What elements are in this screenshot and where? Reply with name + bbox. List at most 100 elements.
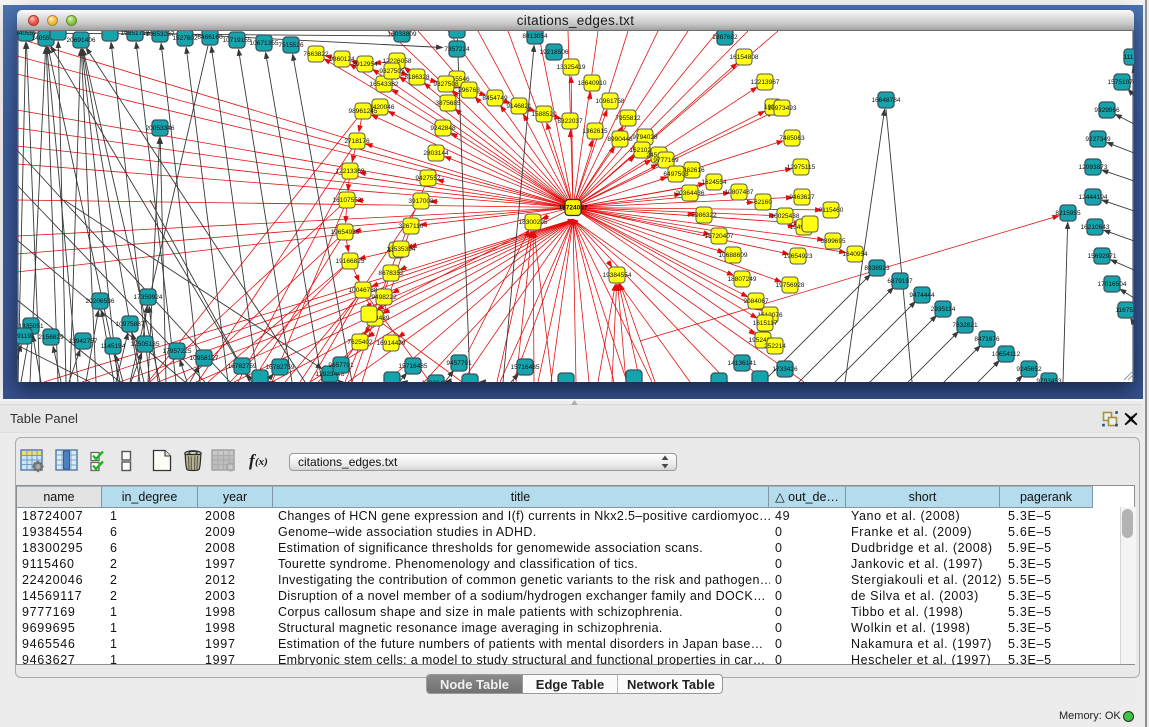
svg-text:62160: 62160 bbox=[754, 199, 772, 206]
svg-text:16648784: 16648784 bbox=[872, 97, 901, 104]
svg-text:3267110: 3267110 bbox=[399, 223, 424, 230]
svg-text:16914479: 16914479 bbox=[377, 340, 406, 347]
svg-text:19756928: 19756928 bbox=[776, 282, 805, 289]
svg-text:12093873: 12093873 bbox=[1079, 164, 1108, 171]
svg-text:8186328: 8186328 bbox=[404, 74, 430, 81]
svg-text:10688609: 10688609 bbox=[719, 252, 748, 259]
svg-text:7986322: 7986322 bbox=[691, 212, 717, 219]
svg-text:8471676: 8471676 bbox=[974, 336, 1000, 343]
svg-text:17957225: 17957225 bbox=[163, 348, 192, 355]
svg-text:9327508: 9327508 bbox=[433, 81, 459, 88]
svg-text:10654112: 10654112 bbox=[992, 351, 1021, 358]
svg-text:17016504: 17016504 bbox=[1098, 281, 1127, 288]
svg-text:12505135: 12505135 bbox=[131, 341, 160, 348]
svg-text:1145194: 1145194 bbox=[101, 343, 126, 350]
svg-text:3875685: 3875685 bbox=[435, 100, 461, 107]
svg-text:10958127: 10958127 bbox=[190, 355, 219, 362]
svg-text:18724007: 18724007 bbox=[559, 205, 588, 212]
svg-text:9115460: 9115460 bbox=[819, 207, 844, 214]
svg-text:16543382: 16543382 bbox=[370, 81, 399, 88]
svg-text:9146821: 9146821 bbox=[506, 103, 532, 110]
svg-text:14136141: 14136141 bbox=[728, 360, 757, 367]
svg-text:2718176: 2718176 bbox=[344, 138, 370, 145]
svg-text:1733426: 1733426 bbox=[772, 366, 798, 373]
svg-text:1640954: 1640954 bbox=[842, 251, 868, 258]
svg-text:9793453: 9793453 bbox=[1036, 378, 1062, 382]
svg-text:11123: 11123 bbox=[1123, 54, 1134, 61]
svg-text:15716485: 15716485 bbox=[511, 364, 540, 371]
svg-text:13535394: 13535394 bbox=[387, 246, 416, 253]
svg-text:10671355: 10671355 bbox=[250, 40, 279, 47]
svg-text:8678352: 8678352 bbox=[378, 270, 404, 277]
svg-text:19654935: 19654935 bbox=[331, 229, 360, 236]
svg-text:6899695: 6899695 bbox=[820, 238, 846, 245]
svg-text:7663822: 7663822 bbox=[303, 51, 329, 58]
svg-text:9457791: 9457791 bbox=[446, 360, 472, 367]
svg-text:16782759: 16782759 bbox=[228, 363, 257, 370]
svg-text:2887682: 2887682 bbox=[712, 34, 738, 41]
svg-text:12823465: 12823465 bbox=[422, 380, 451, 382]
svg-text:7485063: 7485063 bbox=[779, 135, 805, 142]
svg-text:1527602: 1527602 bbox=[172, 35, 198, 42]
svg-text:16107552: 16107552 bbox=[333, 197, 362, 204]
svg-text:12444194: 12444194 bbox=[1079, 194, 1108, 201]
svg-text:3917008: 3917008 bbox=[408, 198, 434, 205]
svg-text:9227349: 9227349 bbox=[1085, 136, 1111, 143]
svg-text:12975115: 12975115 bbox=[787, 164, 816, 171]
svg-text:20364436: 20364436 bbox=[676, 190, 705, 197]
svg-text:18640910: 18640910 bbox=[578, 80, 607, 87]
svg-text:2935114: 2935114 bbox=[931, 306, 956, 313]
svg-text:6497508: 6497508 bbox=[663, 171, 689, 178]
svg-text:15720407: 15720407 bbox=[705, 233, 734, 240]
svg-text:19166825: 19166825 bbox=[336, 258, 365, 265]
svg-text:10973493: 10973493 bbox=[768, 105, 797, 112]
svg-text:1362615: 1362615 bbox=[582, 128, 608, 135]
svg-text:10653287: 10653287 bbox=[146, 31, 175, 38]
svg-text:20206536: 20206536 bbox=[86, 298, 115, 305]
svg-text:1588520: 1588520 bbox=[531, 111, 557, 118]
svg-text:15751074: 15751074 bbox=[1108, 79, 1134, 86]
svg-text:116753: 116753 bbox=[1115, 307, 1134, 314]
svg-text:9498222: 9498222 bbox=[371, 294, 397, 301]
svg-text:10046788: 10046788 bbox=[349, 287, 378, 294]
svg-text:13942757: 13942757 bbox=[69, 338, 98, 345]
svg-text:8454749: 8454749 bbox=[482, 95, 508, 102]
svg-text:1624554: 1624554 bbox=[701, 179, 727, 186]
svg-text:20053346: 20053346 bbox=[146, 125, 175, 132]
svg-text:10025438: 10025438 bbox=[771, 213, 800, 220]
svg-text:252214: 252214 bbox=[764, 343, 786, 350]
svg-text:98961245: 98961245 bbox=[349, 108, 378, 115]
svg-text:16210643: 16210643 bbox=[1081, 224, 1110, 231]
svg-text:9427552: 9427552 bbox=[415, 175, 441, 182]
svg-text:16154808: 16154808 bbox=[730, 54, 759, 61]
svg-text:19218506: 19218506 bbox=[540, 49, 569, 56]
svg-text:8912954: 8912954 bbox=[352, 61, 378, 68]
svg-text:6879197: 6879197 bbox=[887, 278, 913, 285]
svg-text:8322037: 8322037 bbox=[557, 118, 583, 125]
svg-text:9084067: 9084067 bbox=[743, 298, 769, 305]
svg-text:10807487: 10807487 bbox=[725, 189, 754, 196]
svg-text:7625402: 7625402 bbox=[347, 339, 373, 346]
svg-text:7632621: 7632621 bbox=[952, 322, 978, 329]
svg-text:391193: 391193 bbox=[17, 333, 35, 340]
svg-text:7515526: 7515526 bbox=[278, 42, 304, 49]
svg-text:8215955: 8215955 bbox=[1055, 210, 1081, 217]
svg-text:12213967: 12213967 bbox=[751, 79, 780, 86]
svg-text:296768: 296768 bbox=[458, 87, 480, 94]
svg-text:7955812: 7955812 bbox=[615, 115, 641, 122]
svg-text:12213369: 12213369 bbox=[336, 168, 365, 175]
svg-text:9327505: 9327505 bbox=[379, 68, 405, 75]
svg-text:19654923: 19654923 bbox=[784, 253, 813, 260]
svg-text:9657791: 9657791 bbox=[328, 362, 354, 369]
svg-text:10961758: 10961758 bbox=[596, 98, 625, 105]
svg-text:9860124: 9860124 bbox=[329, 56, 355, 63]
svg-text:18807249: 18807249 bbox=[728, 276, 757, 283]
svg-text:9329966: 9329966 bbox=[1094, 107, 1120, 114]
svg-text:10975887: 10975887 bbox=[116, 321, 145, 328]
svg-text:19384554: 19384554 bbox=[603, 272, 632, 279]
svg-text:8938923: 8938923 bbox=[864, 265, 890, 272]
svg-text:7357224: 7357224 bbox=[444, 46, 470, 53]
svg-text:9474444: 9474444 bbox=[909, 292, 935, 299]
svg-text:9242848: 9242848 bbox=[430, 125, 456, 132]
svg-text:18300295: 18300295 bbox=[519, 219, 548, 226]
